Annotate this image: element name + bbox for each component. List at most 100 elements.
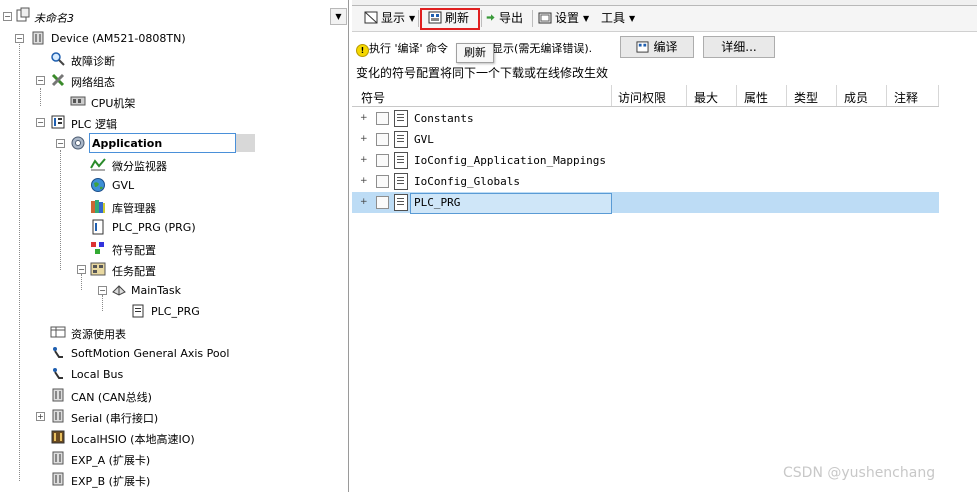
collapse-toggle[interactable]: − — [98, 286, 107, 295]
row-checkbox[interactable] — [376, 133, 389, 146]
tree-item-local-bus[interactable]: Local Bus — [0, 364, 348, 384]
column-header-comment[interactable]: 注释 — [894, 89, 918, 106]
tree-item-device[interactable]: − Device (AM521-0808TN) — [0, 28, 348, 48]
tree-item-maintask[interactable]: − MainTask — [0, 280, 348, 300]
compile-info-bar: ! 执行 '编译' 命令 显示(需无编译错误). 编译 详细... — [352, 33, 977, 59]
view-label: 显示 — [381, 11, 406, 25]
expand-toggle[interactable]: + — [360, 156, 368, 165]
tree-item-label: 故障诊断 — [71, 55, 115, 68]
tree-item-plc-prg-call[interactable]: PLC_PRG — [0, 301, 348, 321]
collapse-toggle[interactable]: − — [36, 76, 45, 85]
column-divider — [736, 85, 737, 106]
tree-item-resource-table[interactable]: 资源使用表 — [0, 322, 348, 342]
column-header-symbol[interactable]: 符号 — [361, 89, 385, 106]
plc-logic-icon — [51, 115, 65, 129]
tree-item-network[interactable]: − 网络组态 — [0, 70, 348, 90]
tree-item-plc-logic[interactable]: − PLC 逻辑 — [0, 112, 348, 132]
export-label: 导出 — [499, 11, 524, 25]
tree-item-label: 网络组态 — [71, 76, 115, 89]
symbol-row[interactable]: + GVL — [352, 129, 939, 150]
symbol-configuration-editor: 显示 ▼ 刷新 导出 设置 ▼ 工具 ▼ ! 执行 '编译' 命令 显示(需无编译错误).… — [352, 0, 977, 492]
tree-item-application[interactable]: − Application — [0, 133, 348, 153]
tree-item-gvl[interactable]: GVL — [0, 175, 348, 195]
toolbar-separator — [532, 10, 533, 27]
rack-icon — [70, 96, 86, 106]
magnifier-icon — [51, 52, 65, 66]
expand-toggle[interactable]: + — [360, 114, 368, 123]
tree-item-axis-pool[interactable]: SoftMotion General Axis Pool — [0, 343, 348, 363]
compile-button[interactable]: 编译 — [620, 36, 694, 58]
column-header-members[interactable]: 成员 — [844, 89, 868, 106]
expand-toggle[interactable]: + — [36, 412, 45, 421]
project-tree-header: − 未命名3 ▼ — [0, 6, 348, 26]
toolbar-separator — [481, 10, 482, 27]
tree-item-can[interactable]: CAN (CAN总线) — [0, 385, 348, 405]
tree-item-label: EXP_A (扩展卡) — [71, 454, 151, 467]
chevron-down-icon: ▼ — [409, 14, 416, 23]
table-icon — [50, 326, 66, 338]
column-header-attribute[interactable]: 属性 — [744, 89, 768, 106]
column-divider — [611, 85, 612, 106]
expand-toggle[interactable]: + — [360, 177, 368, 186]
symbol-config-note: 变化的符号配置将同下一个下载或在线修改生效 — [356, 66, 609, 80]
tree-item-task-config[interactable]: − 任务配置 — [0, 259, 348, 279]
details-button[interactable]: 详细... — [703, 36, 775, 58]
row-checkbox[interactable] — [376, 154, 389, 167]
books-icon — [91, 200, 105, 213]
application-gear-icon — [71, 136, 85, 150]
export-arrow-icon — [486, 14, 495, 21]
expand-toggle[interactable]: + — [360, 198, 368, 207]
tree-item-label: PLC 逻辑 — [71, 118, 117, 131]
document-icon — [394, 152, 408, 169]
tree-item-plc-prg[interactable]: PLC_PRG (PRG) — [0, 217, 348, 237]
column-header-type[interactable]: 类型 — [794, 89, 818, 106]
tree-item-serial[interactable]: + Serial (串行接口) — [0, 406, 348, 426]
tree-item-exp-b[interactable]: EXP_B (扩展卡) — [0, 469, 348, 489]
device-icon — [52, 451, 64, 465]
row-checkbox[interactable] — [376, 196, 389, 209]
tree-item-symbol-config[interactable]: 符号配置 — [0, 238, 348, 258]
tree-item-label: 任务配置 — [112, 265, 156, 278]
io-icon — [51, 430, 65, 444]
chevron-down-icon[interactable]: ▼ — [330, 8, 347, 25]
tree-item-label: PLC_PRG — [151, 305, 200, 318]
export-button[interactable]: 导出 — [486, 9, 523, 27]
project-icon — [16, 7, 30, 22]
tree-item-diagnostics[interactable]: 故障诊断 — [0, 49, 348, 69]
tools-menu-button[interactable]: 工具 ▼ — [601, 9, 635, 27]
device-icon — [52, 409, 64, 423]
row-checkbox[interactable] — [376, 175, 389, 188]
symbol-row[interactable]: + IoConfig_Application_Mappings — [352, 150, 939, 171]
tree-item-label: LocalHSIO (本地高速IO) — [71, 433, 195, 446]
tree-item-trace[interactable]: 微分监视器 — [0, 154, 348, 174]
view-menu-button[interactable]: 显示 ▼ — [364, 9, 415, 27]
tree-item-exp-a[interactable]: EXP_A (扩展卡) — [0, 448, 348, 468]
collapse-toggle[interactable]: − — [56, 139, 65, 148]
axis-icon — [53, 347, 63, 358]
bus-icon — [53, 368, 63, 379]
column-header-access[interactable]: 访问权限 — [618, 89, 666, 106]
column-header-max[interactable]: 最大 — [694, 89, 718, 106]
tree-item-library-manager[interactable]: 库管理器 — [0, 196, 348, 216]
tree-item-label: 库管理器 — [112, 202, 156, 215]
settings-menu-button[interactable]: 设置 ▼ — [538, 9, 589, 27]
compile-icon — [636, 41, 649, 53]
collapse-toggle[interactable]: − — [36, 118, 45, 127]
tree-item-cpu-rack[interactable]: CPU机架 — [0, 91, 348, 111]
symbol-name: IoConfig_Application_Mappings — [414, 154, 607, 167]
tools-label: 工具 — [601, 11, 626, 25]
row-checkbox[interactable] — [376, 112, 389, 125]
symbol-config-icon — [91, 242, 104, 254]
tree-item-label: CPU机架 — [91, 97, 136, 110]
expand-toggle[interactable]: + — [360, 135, 368, 144]
settings-label: 设置 — [555, 11, 580, 25]
tree-item-local-hsio[interactable]: LocalHSIO (本地高速IO) — [0, 427, 348, 447]
symbol-row[interactable]: + IoConfig_Globals — [352, 171, 939, 192]
collapse-toggle[interactable]: − — [77, 265, 86, 274]
collapse-toggle[interactable]: − — [15, 34, 24, 43]
symbol-row-selected[interactable]: + PLC_PRG — [352, 192, 939, 214]
tree-item-label: MainTask — [131, 284, 181, 297]
symbol-row[interactable]: + Constants — [352, 108, 939, 129]
collapse-root-toggle[interactable]: − — [3, 12, 12, 21]
pou-icon — [92, 219, 104, 235]
